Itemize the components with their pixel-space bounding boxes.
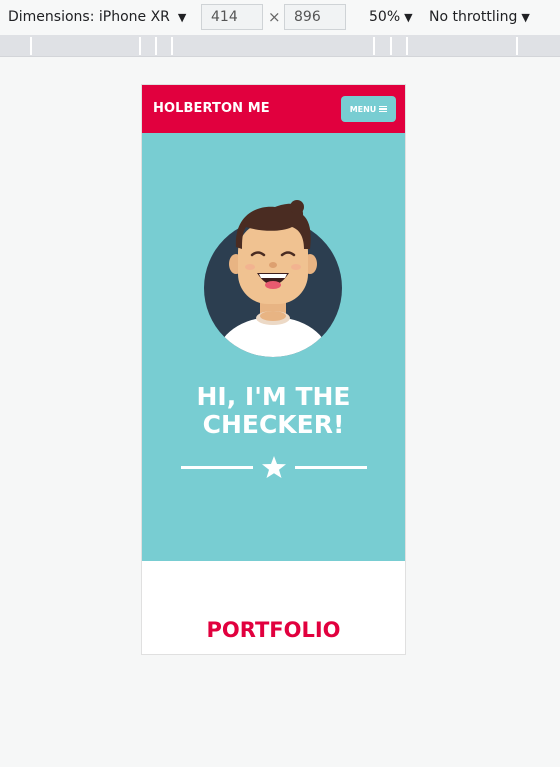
divider-line-right bbox=[295, 466, 367, 469]
avatar-illustration bbox=[204, 200, 342, 357]
ruler-marker bbox=[406, 37, 408, 55]
zoom-label: 50% bbox=[369, 9, 401, 25]
menu-button[interactable]: MENU bbox=[341, 96, 396, 122]
site-header: HOLBERTON ME MENU bbox=[142, 85, 405, 133]
device-dimensions-dropdown[interactable]: Dimensions: iPhone XR ▼ bbox=[8, 9, 186, 25]
throttling-dropdown[interactable]: No throttling ▼ bbox=[429, 9, 530, 25]
viewport-width-input[interactable]: 414 bbox=[201, 4, 263, 30]
star-divider bbox=[181, 455, 367, 479]
caret-down-icon: ▼ bbox=[404, 10, 413, 24]
site-brand[interactable]: HOLBERTON ME bbox=[153, 101, 270, 116]
hero-title: HI, I'M THE CHECKER! bbox=[142, 383, 405, 439]
divider-line-left bbox=[181, 466, 253, 469]
dimension-separator: × bbox=[268, 8, 281, 26]
caret-down-icon: ▼ bbox=[177, 10, 187, 24]
hero-title-line-1: HI, I'M THE bbox=[196, 382, 351, 411]
ruler-marker bbox=[155, 37, 157, 55]
ruler-marker bbox=[390, 37, 392, 55]
media-query-bar[interactable] bbox=[0, 35, 560, 57]
ruler-marker bbox=[139, 37, 141, 55]
hero-section: HI, I'M THE CHECKER! bbox=[142, 133, 405, 561]
portfolio-heading: PORTFOLIO bbox=[206, 618, 341, 642]
star-icon bbox=[262, 456, 286, 478]
throttling-label: No throttling bbox=[429, 9, 518, 25]
caret-down-icon: ▼ bbox=[521, 10, 530, 24]
ruler-marker bbox=[30, 37, 32, 55]
device-viewport: HOLBERTON ME MENU HI, I'M THE CHECKER! P… bbox=[141, 84, 406, 655]
ruler-marker bbox=[516, 37, 518, 55]
hero-title-line-2: CHECKER! bbox=[202, 410, 345, 439]
hamburger-icon bbox=[379, 105, 388, 113]
device-dimensions-label: Dimensions: iPhone XR bbox=[8, 9, 170, 25]
ruler-marker bbox=[171, 37, 173, 55]
menu-button-label: MENU bbox=[349, 104, 377, 114]
ruler-marker bbox=[373, 37, 375, 55]
zoom-dropdown[interactable]: 50% ▼ bbox=[369, 9, 413, 25]
viewport-height-input[interactable]: 896 bbox=[284, 4, 346, 30]
devtools-device-toolbar: Dimensions: iPhone XR ▼ 414 × 896 50% ▼ … bbox=[0, 0, 560, 35]
